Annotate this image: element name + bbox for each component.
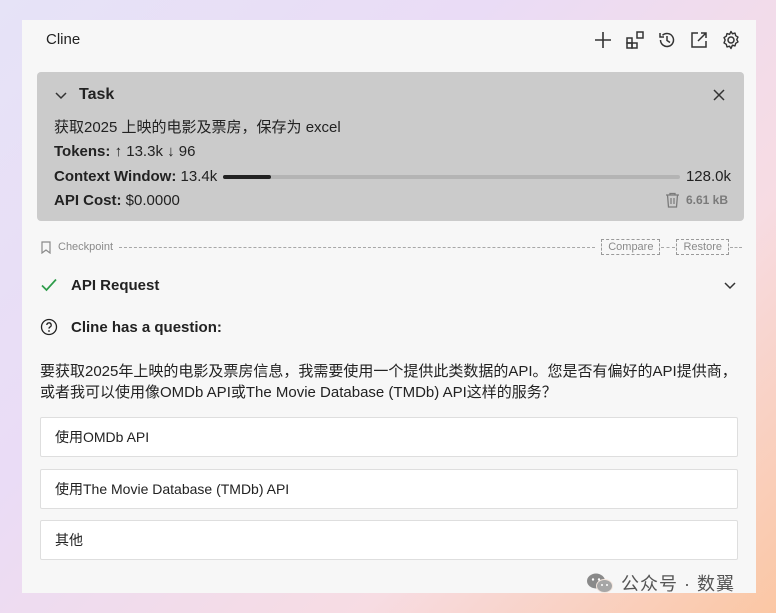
- api-cost-row: API Cost: $0.0000: [54, 192, 180, 209]
- cline-panel: Cline Task 获取2025 上映的电影及票房，保存为 excel Tok…: [22, 20, 756, 593]
- context-max: 128.0k: [685, 168, 731, 185]
- question-header: Cline has a question:: [40, 318, 222, 336]
- question-label: Cline has a question:: [71, 318, 222, 336]
- bookmark-icon: [41, 240, 51, 254]
- checkpoint-row: Checkpoint Compare Restore: [40, 238, 742, 256]
- checkpoint-divider-tail: [730, 246, 742, 248]
- context-used: 13.4k: [180, 168, 218, 185]
- checkpoint-divider: [119, 246, 596, 248]
- close-task-button[interactable]: [710, 86, 728, 104]
- chevron-down-icon: [55, 92, 67, 100]
- watermark-text: 公众号 · 数翼: [621, 574, 735, 594]
- history-icon: [659, 32, 675, 48]
- task-size: 6.61 kB: [685, 193, 728, 207]
- chevron-down-icon: [724, 282, 736, 290]
- api-request-row[interactable]: API Request: [40, 274, 738, 296]
- api-cost-value: $0.0000: [125, 192, 180, 209]
- mcp-servers-button[interactable]: [622, 28, 648, 52]
- trash-icon: [665, 192, 679, 208]
- title-bar: Cline: [22, 20, 756, 60]
- mcp-servers-icon: [626, 31, 644, 49]
- wechat-icon: [587, 573, 613, 593]
- compare-button[interactable]: Compare: [601, 239, 661, 255]
- context-progress-fill: [223, 174, 272, 179]
- popout-button[interactable]: [686, 28, 712, 52]
- tokens-up: ↑ 13.3k: [114, 143, 163, 160]
- tokens-label: Tokens:: [54, 143, 111, 160]
- option-button-tmdb[interactable]: 使用The Movie Database (TMDb) API: [40, 469, 738, 509]
- history-button[interactable]: [654, 28, 680, 52]
- api-cost-label: API Cost:: [54, 192, 122, 209]
- tokens-down: ↓ 96: [167, 143, 196, 160]
- context-progress-bar: [223, 174, 680, 179]
- watermark: 公众号 · 数翼: [585, 570, 735, 596]
- option-button-omdb[interactable]: 使用OMDb API: [40, 417, 738, 457]
- api-request-label: API Request: [71, 276, 160, 294]
- tokens-row: Tokens: ↑ 13.3k ↓ 96: [54, 143, 195, 160]
- open-external-icon: [691, 32, 707, 48]
- task-toggle[interactable]: Task: [53, 86, 114, 104]
- task-title: Task: [79, 86, 115, 103]
- settings-button[interactable]: [718, 28, 744, 52]
- task-description: 获取2025 上映的电影及票房，保存为 excel: [54, 119, 341, 136]
- option-button-other[interactable]: 其他: [40, 520, 738, 560]
- context-label: Context Window:: [54, 168, 177, 185]
- question-icon: [40, 318, 58, 336]
- context-window-row: Context Window: 13.4k 128.0k: [54, 168, 731, 185]
- gear-icon: [723, 30, 739, 50]
- plus-icon: [595, 32, 611, 48]
- check-icon: [41, 278, 57, 292]
- app-title: Cline: [46, 31, 81, 48]
- question-text: 要获取2025年上映的电影及票房信息，我需要使用一个提供此类数据的API。您是否…: [40, 363, 737, 401]
- checkpoint-label: Checkpoint: [58, 241, 114, 253]
- checkpoint-divider-gap: [661, 246, 676, 248]
- restore-button[interactable]: Restore: [676, 239, 729, 255]
- task-card: Task 获取2025 上映的电影及票房，保存为 excel Tokens: ↑…: [37, 72, 744, 221]
- close-icon: [713, 89, 725, 101]
- delete-task-button[interactable]: 6.61 kB: [665, 192, 728, 208]
- toolbar: [590, 28, 744, 52]
- new-task-button[interactable]: [590, 28, 616, 52]
